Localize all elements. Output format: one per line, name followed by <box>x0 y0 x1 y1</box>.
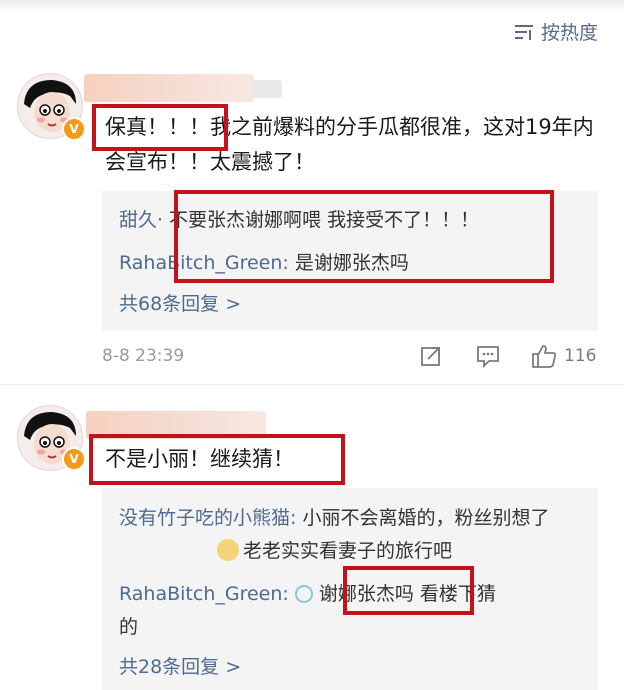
reply-user[interactable]: 没有竹子吃的小熊猫: <box>119 507 296 529</box>
reply-user[interactable]: RahaBitch_Green: <box>119 583 289 605</box>
emoji-icon <box>294 585 313 603</box>
share-icon <box>421 347 440 366</box>
like-count: 116 <box>564 346 597 366</box>
v-badge-icon: V <box>62 117 86 141</box>
sort-icon <box>514 24 533 40</box>
divider <box>0 384 624 385</box>
emoji-icon <box>217 539 239 561</box>
highlight-box <box>174 190 554 283</box>
share-button[interactable] <box>419 344 443 368</box>
view-replies-link[interactable]: 共68条回复 > <box>119 289 241 316</box>
sort-by-heat[interactable]: 按热度 <box>513 18 598 45</box>
comment-icon <box>477 346 499 368</box>
reply-text: 小丽不会离婚的，粉丝别想了 <box>296 507 550 529</box>
reply-item[interactable]: 没有竹子吃的小熊猫: 小丽不会离婚的，粉丝别想了 <box>119 502 549 534</box>
username-blurred[interactable] <box>84 74 254 102</box>
timestamp: 8-8 23:39 <box>102 346 185 366</box>
top-edge <box>0 0 624 14</box>
reply-continuation: 的 <box>119 616 139 638</box>
highlight-box <box>343 566 474 615</box>
reply-continuation: 老老实实看妻子的旅行吧 <box>119 535 452 567</box>
highlight-box <box>92 104 228 151</box>
like-icon <box>532 345 557 368</box>
like-button[interactable]: 116 <box>530 343 596 369</box>
level-badge-blurred <box>252 80 282 98</box>
reply-text-continued: 老老实实看妻子的旅行吧 <box>243 540 453 562</box>
sort-label: 按热度 <box>540 22 598 44</box>
v-badge-icon: V <box>62 447 86 471</box>
reply-user[interactable]: 甜久· <box>119 209 163 231</box>
view-replies-link[interactable]: 共28条回复 > <box>119 652 241 679</box>
comment-button[interactable] <box>475 344 501 368</box>
highlight-box <box>89 434 345 485</box>
